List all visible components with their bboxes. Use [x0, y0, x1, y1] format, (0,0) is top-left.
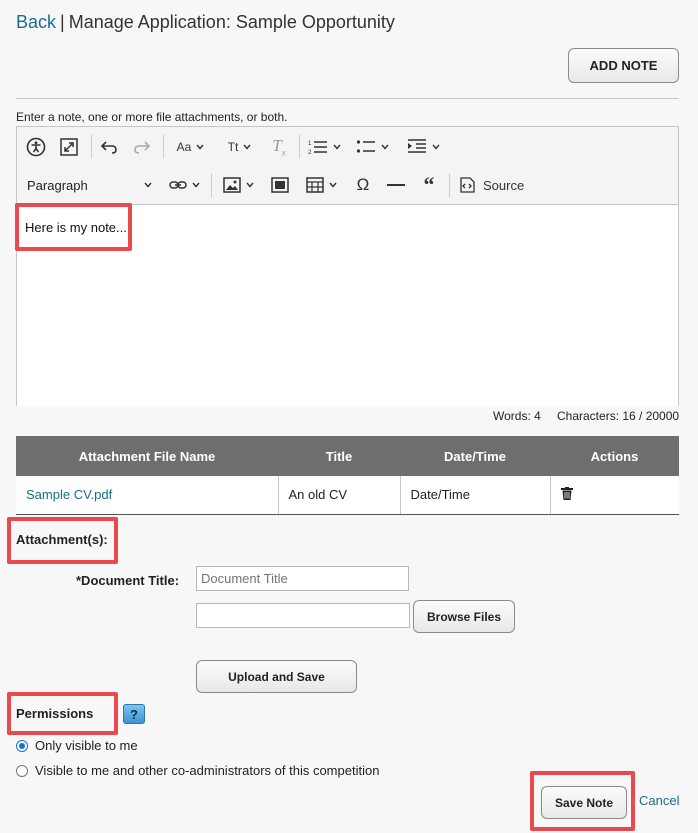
note-content: Here is my note...: [25, 220, 127, 235]
save-note-button[interactable]: Save Note: [541, 786, 627, 819]
source-label: Source: [483, 177, 525, 193]
radio-button[interactable]: [16, 764, 28, 777]
redo-icon[interactable]: [130, 134, 154, 160]
browse-files-button[interactable]: Browse Files: [413, 600, 515, 633]
note-editor: Aa Tt Tx 12 Paragraph Ω “ Source Here is…: [16, 126, 679, 406]
attachments-label: Attachment(s):: [16, 532, 108, 547]
remove-format-icon[interactable]: Tx: [267, 134, 291, 160]
horizontal-line-icon[interactable]: [384, 172, 408, 198]
attachment-datetime: Date/Time: [400, 476, 551, 515]
page-title: Manage Application: Sample Opportunity: [68, 12, 395, 32]
permission-option-shared[interactable]: Visible to me and other co-administrator…: [16, 763, 379, 778]
header-separator: |: [60, 12, 65, 32]
attachment-file-link[interactable]: Sample CV.pdf: [26, 487, 112, 502]
divider: [16, 98, 679, 99]
attachment-title: An old CV: [278, 476, 401, 515]
toolbar-separator: [211, 173, 212, 197]
toolbar-separator: [91, 135, 92, 159]
image-icon[interactable]: [219, 172, 259, 198]
accessibility-icon[interactable]: [23, 134, 49, 160]
link-icon[interactable]: [165, 172, 205, 198]
cancel-link[interactable]: Cancel: [639, 793, 679, 808]
file-name-field[interactable]: [196, 603, 410, 628]
permissions-label: Permissions: [16, 706, 94, 721]
svg-text:1: 1: [308, 141, 312, 147]
paragraph-format-select[interactable]: Paragraph: [27, 172, 153, 198]
column-header-datetime: Date/Time: [400, 436, 550, 476]
word-count: Words: 4: [493, 409, 541, 423]
back-link[interactable]: Back: [16, 12, 56, 32]
page-header: Back | Manage Application: Sample Opportun…: [16, 12, 395, 33]
toolbar-separator: [163, 135, 164, 159]
toolbar-separator: [299, 135, 300, 159]
note-text-area[interactable]: Here is my note...: [17, 206, 678, 406]
help-button[interactable]: ?: [123, 704, 145, 724]
source-icon: [460, 177, 475, 193]
permission-option-label: Visible to me and other co-administrator…: [35, 763, 380, 778]
indent-icon[interactable]: [404, 134, 444, 160]
blockquote-icon[interactable]: “: [417, 172, 441, 198]
column-header-title: Title: [278, 436, 400, 476]
character-count: Characters: 16 / 20000: [557, 409, 680, 423]
special-characters-icon[interactable]: Ω: [351, 172, 375, 198]
paragraph-label: Paragraph: [27, 177, 88, 193]
source-button[interactable]: Source: [457, 172, 533, 198]
column-header-actions: Actions: [550, 436, 679, 476]
attachments-table: Attachment File Name Title Date/Time Act…: [16, 436, 679, 515]
radio-button-selected[interactable]: [16, 739, 28, 752]
fullscreen-icon[interactable]: [56, 134, 82, 160]
numbered-list-icon[interactable]: 12: [305, 134, 345, 160]
toolbar-separator: [449, 173, 450, 197]
permission-option-label: Only visible to me: [35, 738, 138, 753]
permission-option-private[interactable]: Only visible to me: [16, 738, 138, 753]
table-icon[interactable]: [302, 172, 342, 198]
table-header-row: Attachment File Name Title Date/Time Act…: [16, 436, 679, 476]
bulleted-list-icon[interactable]: [353, 134, 393, 160]
upload-and-save-button[interactable]: Upload and Save: [196, 660, 357, 693]
svg-text:2: 2: [308, 150, 312, 156]
undo-icon[interactable]: [97, 134, 121, 160]
font-size-icon[interactable]: Tt: [220, 134, 260, 160]
table-row: Sample CV.pdf An old CV Date/Time: [16, 476, 679, 515]
add-note-button[interactable]: ADD NOTE: [568, 48, 679, 83]
media-icon[interactable]: [267, 172, 293, 198]
note-instructions: Enter a note, one or more file attachmen…: [16, 110, 288, 124]
font-family-icon[interactable]: Aa: [171, 134, 211, 160]
delete-icon[interactable]: [560, 486, 573, 503]
document-title-label: *Document Title:: [76, 573, 180, 588]
editor-toolbar: Aa Tt Tx 12 Paragraph Ω “ Source: [17, 127, 678, 205]
column-header-file-name: Attachment File Name: [16, 436, 278, 476]
document-title-input[interactable]: [196, 566, 409, 591]
